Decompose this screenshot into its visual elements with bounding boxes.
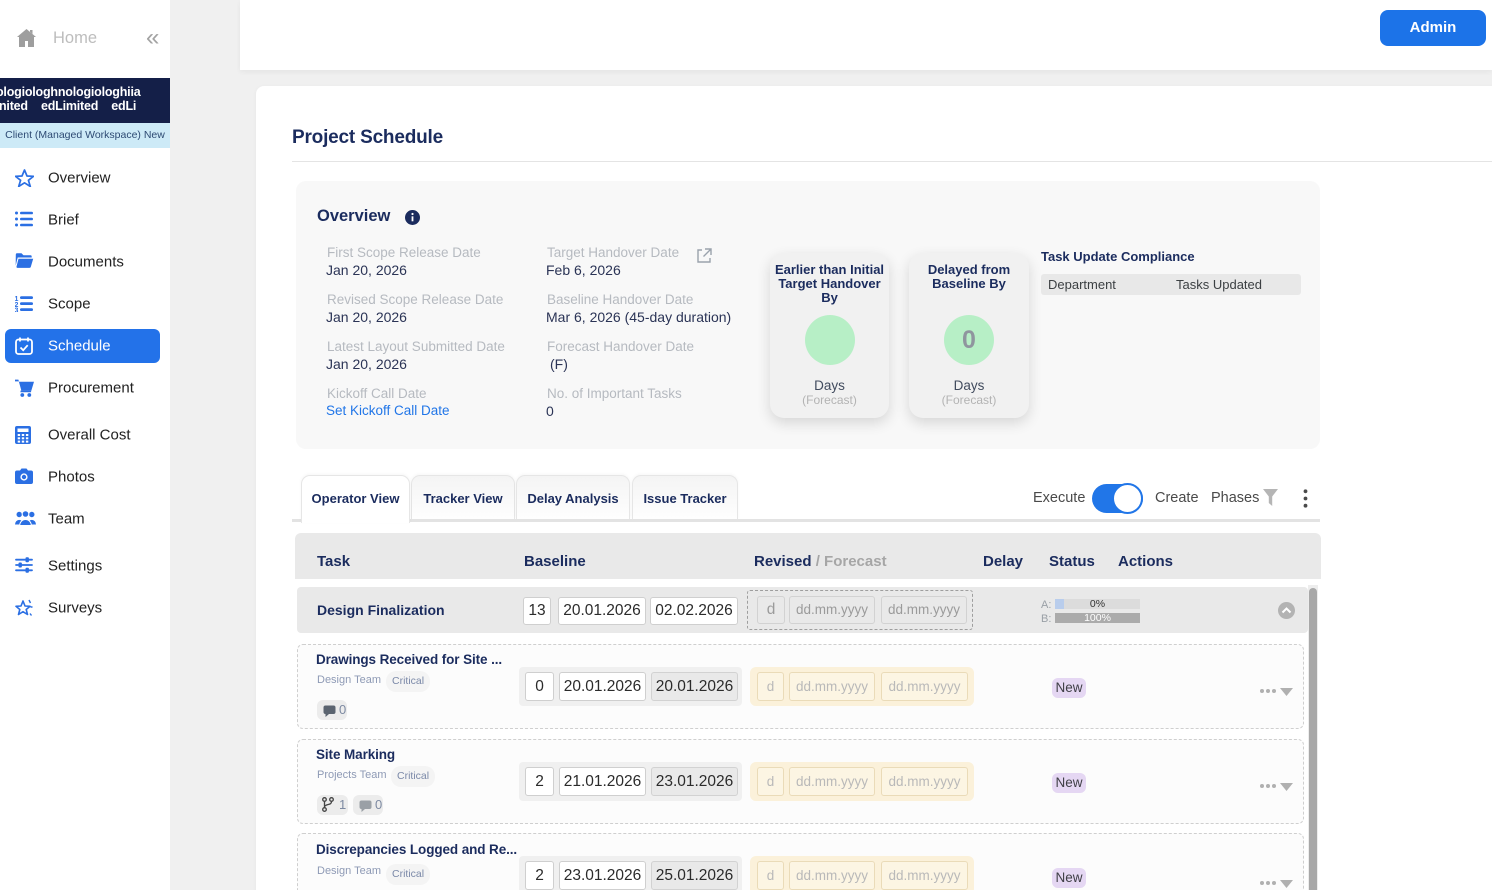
svg-text:3: 3 — [15, 308, 19, 313]
